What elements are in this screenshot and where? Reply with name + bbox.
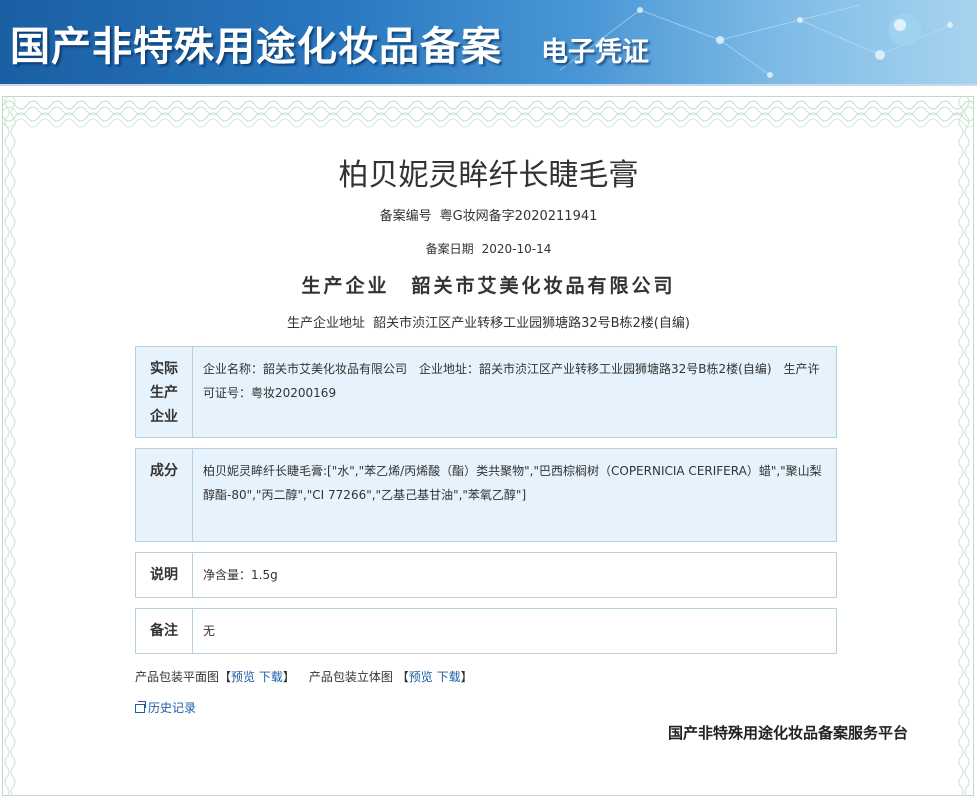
actual-producer-box: 实际 生产 企业 企业名称：韶关市艾美化妆品有限公司 企业地址：韶关市浈江区产业… (135, 346, 837, 438)
remarks-box: 备注 无 (135, 608, 837, 654)
solid-download-link[interactable]: 下载 (437, 670, 461, 684)
ingredients-label: 成分 (136, 449, 193, 541)
producer-address: 韶关市浈江区产业转移工业园狮塘路32号B栋2楼(自编) (373, 316, 690, 331)
producer-label: 生产企业 (301, 275, 390, 297)
producer-address-label: 生产企业地址 (287, 316, 366, 331)
header-banner: 国产非特殊用途化妆品备案 电子凭证 (0, 0, 977, 86)
record-number: 粤G妆网备字2020211941 (439, 209, 598, 224)
solid-bracket-close: 】 (460, 670, 473, 684)
certificate-frame (2, 96, 974, 796)
remarks-content: 无 (203, 624, 216, 638)
actual-producer-label: 实际 生产 企业 (136, 347, 193, 437)
guilloche-border-left (3, 97, 19, 795)
copy-icon (135, 701, 146, 713)
description-box: 说明 净含量：1.5g (135, 552, 837, 598)
record-date-line: 备案日期 2020-10-14 (0, 240, 977, 257)
ingredients-box: 成分 柏贝妮灵眸纤长睫毛膏:["水","苯乙烯/丙烯酸（酯）类共聚物","巴西棕… (135, 448, 837, 542)
record-date-label: 备案日期 (425, 242, 474, 256)
description-label: 说明 (136, 553, 193, 597)
package-links: 产品包装平面图【预览 下载】 产品包装立体图 【预览 下载】 (135, 668, 473, 685)
flat-download-link[interactable]: 下载 (259, 670, 283, 684)
ingredients-content: 柏贝妮灵眸纤长睫毛膏:["水","苯乙烯/丙烯酸（酯）类共聚物","巴西棕榈树（… (203, 464, 822, 502)
producer-name: 韶关市艾美化妆品有限公司 (411, 275, 676, 297)
producer-address-line: 生产企业地址 韶关市浈江区产业转移工业园狮塘路32号B栋2楼(自编) (0, 312, 977, 331)
solid-package-label: 产品包装立体图 【 (308, 670, 409, 684)
history-link[interactable]: 历史记录 (135, 699, 196, 716)
banner-subtitle: 电子凭证 (541, 37, 649, 68)
guilloche-border-right (957, 97, 973, 795)
description-content: 净含量：1.5g (203, 568, 278, 582)
record-number-line: 备案编号 粤G妆网备字2020211941 (0, 205, 977, 224)
record-date: 2020-10-14 (481, 242, 552, 256)
remarks-label: 备注 (136, 609, 193, 653)
flat-package-label: 产品包装平面图【 (135, 670, 232, 684)
guilloche-border-top (3, 97, 973, 133)
history-link-label[interactable]: 历史记录 (148, 701, 196, 715)
record-number-label: 备案编号 (379, 209, 432, 224)
producer-line: 生产企业 韶关市艾美化妆品有限公司 (0, 271, 977, 298)
flat-preview-link[interactable]: 预览 (231, 670, 255, 684)
solid-preview-link[interactable]: 预览 (409, 670, 433, 684)
platform-name: 国产非特殊用途化妆品备案服务平台 (668, 724, 909, 742)
banner-title: 国产非特殊用途化妆品备案 (10, 23, 502, 70)
actual-producer-content: 企业名称：韶关市艾美化妆品有限公司 企业地址：韶关市浈江区产业转移工业园狮塘路3… (203, 362, 820, 400)
product-name: 柏贝妮灵眸纤长睫毛膏 (338, 159, 639, 192)
flat-bracket-close: 】 (282, 670, 295, 684)
